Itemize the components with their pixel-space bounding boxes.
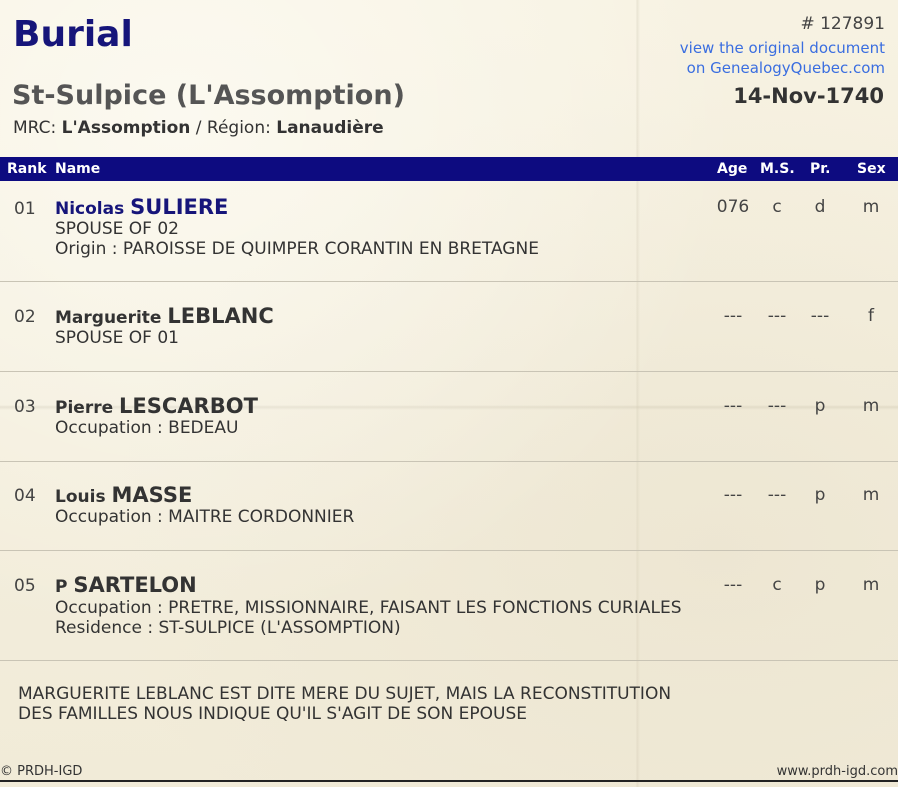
mrc-value: L'Assomption bbox=[61, 118, 191, 138]
record-number: # 127891 bbox=[800, 14, 885, 34]
presence-value: p bbox=[814, 396, 826, 416]
event-date: 14-Nov-1740 bbox=[733, 84, 884, 108]
mrc-label: MRC: bbox=[13, 118, 57, 138]
site-footer: www.prdh-igd.com bbox=[776, 764, 898, 779]
age-value: 076 bbox=[716, 197, 750, 217]
parish-name: St-Sulpice (L'Assomption) bbox=[12, 80, 405, 111]
age-value: --- bbox=[723, 575, 743, 595]
col-name: Name bbox=[55, 161, 101, 177]
presence-value: --- bbox=[810, 306, 830, 326]
col-pr: Pr. bbox=[810, 161, 831, 177]
person-row: 05 P SARTELON Occupation : PRETRE, MISSI… bbox=[0, 551, 898, 661]
person-rank: 01 bbox=[14, 199, 36, 219]
person-name: P SARTELON bbox=[55, 573, 197, 597]
marital-status-value: c bbox=[772, 197, 782, 217]
region-label: / Région: bbox=[195, 118, 271, 138]
marital-status-value: c bbox=[772, 575, 782, 595]
person-rank: 04 bbox=[14, 486, 36, 506]
age-value: --- bbox=[723, 485, 743, 505]
sex-value: m bbox=[862, 197, 880, 217]
sex-value: m bbox=[862, 485, 880, 505]
sex-value: f bbox=[868, 306, 874, 326]
person-name: Marguerite LEBLANC bbox=[55, 304, 274, 328]
person-detail: Residence : ST-SULPICE (L'ASSOMPTION) bbox=[55, 618, 401, 638]
marital-status-value: --- bbox=[767, 306, 787, 326]
person-detail: Origin : PAROISSE DE QUIMPER CORANTIN EN… bbox=[55, 239, 539, 259]
copyright-footer: © PRDH-IGD bbox=[0, 764, 83, 779]
original-document-link[interactable]: view the original document on GenealogyQ… bbox=[680, 38, 885, 78]
col-ms: M.S. bbox=[760, 161, 795, 177]
col-rank: Rank bbox=[7, 161, 47, 177]
given-name: Nicolas bbox=[55, 199, 125, 219]
given-name: Marguerite bbox=[55, 308, 162, 328]
marital-status-value: --- bbox=[767, 485, 787, 505]
surname: LESCARBOT bbox=[119, 394, 258, 418]
person-detail: Occupation : MAITRE CORDONNIER bbox=[55, 507, 355, 527]
footer-divider bbox=[0, 780, 898, 782]
age-value: --- bbox=[723, 396, 743, 416]
person-row: 04 Louis MASSE Occupation : MAITRE CORDO… bbox=[0, 462, 898, 551]
person-name: Nicolas SULIERE bbox=[55, 195, 228, 219]
person-detail: Occupation : PRETRE, MISSIONNAIRE, FAISA… bbox=[55, 598, 682, 618]
given-name: P bbox=[55, 577, 68, 597]
given-name: Louis bbox=[55, 487, 106, 507]
person-rank: 05 bbox=[14, 576, 36, 596]
link-line-1[interactable]: view the original document bbox=[680, 38, 885, 58]
presence-value: d bbox=[814, 197, 826, 217]
sex-value: m bbox=[862, 575, 880, 595]
person-name: Pierre LESCARBOT bbox=[55, 394, 258, 418]
given-name: Pierre bbox=[55, 398, 114, 418]
person-detail: SPOUSE OF 02 bbox=[55, 219, 179, 239]
person-rank: 02 bbox=[14, 307, 36, 327]
col-age: Age bbox=[717, 161, 748, 177]
record-note: MARGUERITE LEBLANC EST DITE MERE DU SUJE… bbox=[18, 684, 672, 724]
person-name: Louis MASSE bbox=[55, 483, 192, 507]
col-sex: Sex bbox=[857, 161, 886, 177]
person-row: 01 Nicolas SULIERE SPOUSE OF 02 Origin :… bbox=[0, 181, 898, 282]
link-line-2[interactable]: on GenealogyQuebec.com bbox=[680, 58, 885, 78]
sex-value: m bbox=[862, 396, 880, 416]
table-header: Rank Name Age M.S. Pr. Sex bbox=[0, 157, 898, 181]
surname: SARTELON bbox=[73, 573, 197, 597]
region-value: Lanaudière bbox=[276, 118, 384, 138]
surname: MASSE bbox=[111, 483, 193, 507]
person-rank: 03 bbox=[14, 397, 36, 417]
person-detail: SPOUSE OF 01 bbox=[55, 328, 179, 348]
presence-value: p bbox=[814, 575, 826, 595]
marital-status-value: --- bbox=[767, 396, 787, 416]
record-type-title: Burial bbox=[13, 14, 133, 55]
surname: LEBLANC bbox=[167, 304, 274, 328]
presence-value: p bbox=[814, 485, 826, 505]
person-row: 03 Pierre LESCARBOT Occupation : BEDEAU … bbox=[0, 372, 898, 462]
person-detail: Occupation : BEDEAU bbox=[55, 418, 239, 438]
surname: SULIERE bbox=[130, 195, 229, 219]
age-value: --- bbox=[723, 306, 743, 326]
person-row: 02 Marguerite LEBLANC SPOUSE OF 01 --- -… bbox=[0, 282, 898, 372]
mrc-region-line: MRC: L'Assomption / Région: Lanaudière bbox=[13, 118, 384, 138]
